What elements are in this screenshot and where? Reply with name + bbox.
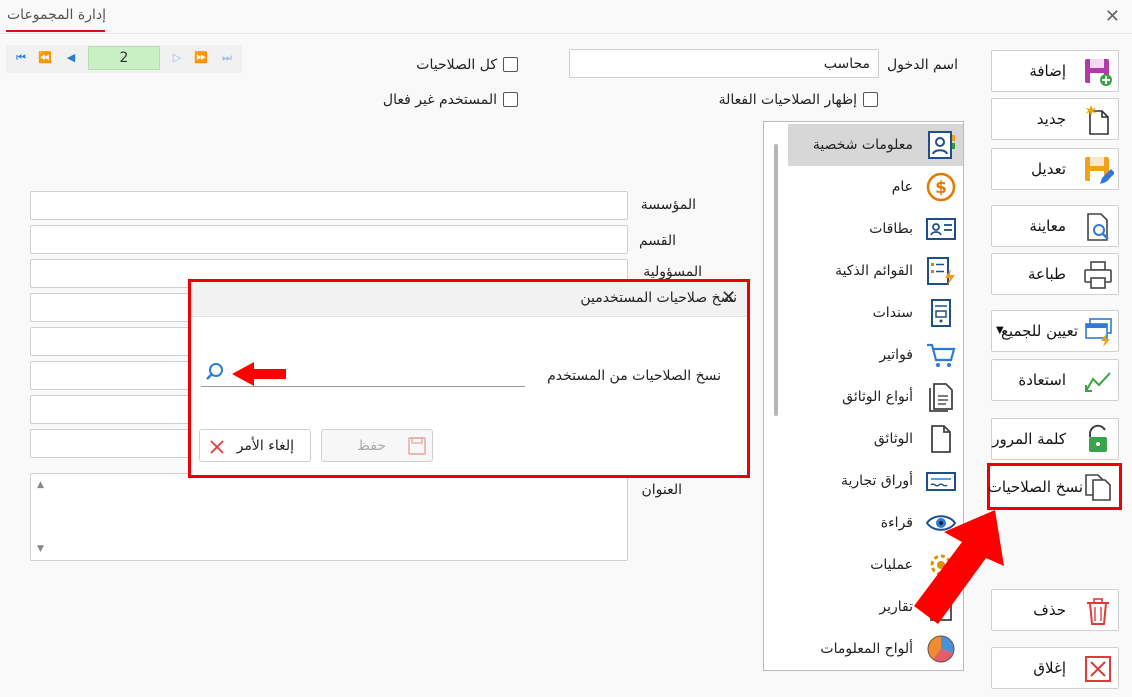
category-item[interactable]: الوثائق — [788, 418, 963, 460]
close-button[interactable]: إغلاق — [991, 647, 1119, 689]
record-navigator: ⏮ ⏪ ◀ 2 ▷ ⏩ ⏭ — [6, 45, 242, 73]
cancel-button[interactable]: إلغاء الأمر — [199, 429, 311, 462]
scroll-down-icon[interactable]: ▼ — [37, 544, 44, 554]
page-number-field[interactable]: 2 — [88, 46, 160, 70]
header-divider — [0, 33, 1132, 34]
prev-page-icon[interactable]: ⏪ — [36, 51, 54, 67]
smart-list-icon — [925, 255, 957, 287]
login-name-field[interactable]: محاسب — [569, 49, 879, 78]
preview-icon — [1082, 211, 1114, 243]
person-card-icon — [925, 129, 957, 161]
id-card-icon — [925, 213, 957, 245]
show-active-permissions-checkbox[interactable] — [863, 92, 878, 107]
scroll-up-icon[interactable]: ▲ — [37, 480, 44, 490]
document-icon — [925, 423, 957, 455]
cancel-x-icon — [208, 438, 226, 456]
assign-all-icon — [1082, 316, 1114, 348]
institution-field[interactable] — [30, 191, 628, 220]
category-item[interactable]: القوائم الذكية — [788, 250, 963, 292]
address-textarea[interactable]: ▲ ▼ — [30, 473, 628, 561]
save-disabled-icon — [408, 437, 426, 455]
save-plus-icon — [1082, 56, 1114, 88]
dialog-close-icon[interactable]: ✕ — [721, 287, 736, 308]
window-tab-title[interactable]: إدارة المجموعات — [7, 7, 106, 23]
save-edit-icon — [1082, 154, 1115, 186]
edit-button[interactable]: تعديل — [991, 148, 1119, 190]
assign-all-button[interactable]: تعيين للجميع ▼ — [991, 310, 1119, 352]
add-button[interactable]: إضافة — [991, 50, 1119, 92]
close-box-icon — [1082, 653, 1114, 685]
annotation-arrow-left-icon — [232, 362, 286, 386]
category-scrollbar[interactable] — [774, 144, 778, 416]
department-field[interactable] — [30, 225, 628, 254]
pie-chart-icon — [925, 633, 957, 665]
search-icon[interactable] — [205, 362, 225, 382]
responsible-label: المسؤولية — [643, 264, 702, 280]
inactive-user-label: المستخدم غير فعال — [382, 92, 497, 108]
new-button[interactable]: جديد — [991, 98, 1119, 140]
category-item[interactable]: سندات — [788, 292, 963, 334]
next-record-icon[interactable]: ▷ — [168, 51, 186, 67]
annotation-arrow-icon — [914, 510, 1004, 624]
dropdown-caret-icon[interactable]: ▼ — [996, 325, 1004, 336]
cart-icon — [925, 339, 957, 371]
all-permissions-checkbox[interactable] — [503, 57, 518, 72]
save-button[interactable]: حفظ — [321, 429, 433, 462]
dialog-title: نسخ صلاحيات المستخدمين — [580, 290, 737, 306]
restore-button[interactable]: استعادة — [991, 359, 1119, 401]
document-types-icon — [925, 381, 957, 413]
category-item[interactable]: فواتير — [788, 334, 963, 376]
cheque-icon — [925, 465, 957, 497]
preview-button[interactable]: معاينة — [991, 205, 1119, 247]
dialog-header: نسخ صلاحيات المستخدمين ✕ — [191, 282, 747, 317]
password-button[interactable]: كلمة المرور — [991, 418, 1119, 460]
category-item[interactable]: ألواح المعلومات — [788, 628, 963, 670]
copy-from-user-label: نسخ الصلاحيات من المستخدم — [547, 368, 721, 384]
inactive-user-checkbox[interactable] — [503, 92, 518, 107]
category-item[interactable]: بطاقات — [788, 208, 963, 250]
lock-icon — [1082, 424, 1114, 456]
all-permissions-label: كل الصلاحيات — [416, 57, 497, 73]
department-label: القسم — [638, 233, 676, 249]
voucher-icon — [925, 297, 957, 329]
copy-permissions-dialog: نسخ صلاحيات المستخدمين ✕ نسخ الصلاحيات م… — [188, 279, 750, 478]
last-record-icon[interactable]: ⏭ — [218, 51, 236, 67]
printer-icon — [1082, 259, 1114, 291]
svg-text:$: $ — [935, 178, 947, 198]
login-name-label: اسم الدخول — [887, 57, 958, 73]
category-item[interactable]: أوراق تجارية — [788, 460, 963, 502]
copy-document-icon — [1082, 470, 1114, 502]
trash-icon — [1082, 595, 1114, 627]
next-page-icon[interactable]: ⏩ — [192, 51, 210, 67]
restore-icon — [1082, 365, 1114, 397]
category-item[interactable]: معلومات شخصية — [788, 124, 963, 166]
new-document-icon — [1082, 104, 1114, 136]
tab-underline — [6, 30, 105, 32]
address-label: العنوان — [641, 482, 682, 498]
print-button[interactable]: طباعة — [991, 253, 1119, 295]
prev-record-icon[interactable]: ◀ — [62, 51, 80, 67]
show-active-permissions-label: إظهار الصلاحيات الفعالة — [718, 92, 857, 108]
institution-label: المؤسسة — [640, 197, 696, 213]
first-record-icon[interactable]: ⏮ — [12, 51, 30, 67]
category-item[interactable]: أنواع الوثائق — [788, 376, 963, 418]
dollar-coin-icon: $ — [925, 171, 957, 203]
category-item[interactable]: $ عام — [788, 166, 963, 208]
window-close-icon[interactable]: ✕ — [1105, 6, 1120, 27]
